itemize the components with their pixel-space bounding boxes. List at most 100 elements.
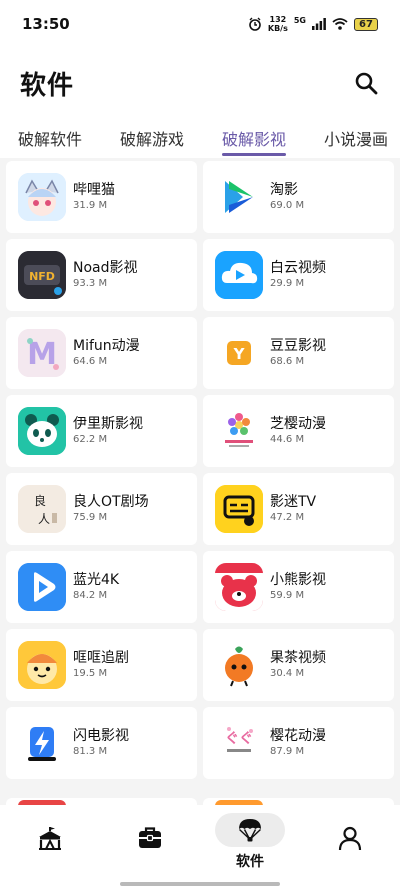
circus-tent-icon — [39, 827, 61, 850]
app-card[interactable]: 淘影 69.0 M — [203, 161, 394, 233]
app-card[interactable]: M Mifun动漫 64.6 M — [6, 317, 197, 389]
app-info: 伊里斯影视 62.2 M — [73, 415, 143, 447]
yingmi-icon — [215, 485, 263, 533]
tab-cracked-software[interactable]: 破解软件 — [18, 118, 82, 158]
app-info: 影迷TV 47.2 M — [270, 493, 316, 525]
app-info: 豆豆影视 68.6 M — [270, 337, 326, 369]
app-size: 59.9 M — [270, 590, 305, 601]
app-card[interactable]: 良人良人OT剧场 75.9 M — [6, 473, 197, 545]
zhiying-icon — [215, 407, 263, 455]
app-name: 樱花动漫 — [270, 728, 326, 744]
app-name: 果茶视频 — [270, 650, 326, 666]
doudou-icon: Y — [215, 329, 263, 377]
battery-indicator: 67 — [354, 17, 378, 31]
tab-cracked-video[interactable]: 破解影视 — [222, 118, 287, 158]
app-size: 44.6 M — [270, 434, 305, 445]
app-size: 64.6 M — [73, 356, 108, 367]
app-size: 93.3 M — [73, 278, 108, 289]
app-card[interactable]: 影迷TV 47.2 M — [203, 473, 394, 545]
bottom-nav: 软件 — [0, 805, 400, 889]
nav-item-software[interactable]: 软件 — [200, 805, 300, 889]
app-name: 小熊影视 — [270, 572, 326, 588]
nav-label-software: 软件 — [236, 854, 264, 870]
wifi-icon — [332, 18, 348, 30]
app-info: Noad影视 93.3 M — [73, 259, 138, 291]
home-indicator[interactable] — [120, 882, 280, 886]
app-name: 白云视频 — [270, 260, 326, 276]
sakura-icon: ぐぐ — [215, 719, 263, 767]
net-speed-unit: KB/s — [267, 24, 288, 33]
tab-cracked-games[interactable]: 破解游戏 — [120, 118, 184, 158]
app-info: 闪电影视 81.3 M — [73, 727, 129, 759]
app-size: 29.9 M — [270, 278, 305, 289]
category-tabs: 破解软件 破解游戏 破解影视 小说漫画 — [0, 118, 400, 158]
app-name: Noad影视 — [73, 260, 138, 276]
cellular-signal-icon — [312, 18, 326, 30]
nav-item-profile[interactable] — [300, 805, 400, 889]
panda-icon — [18, 407, 66, 455]
app-name: 芝樱动漫 — [270, 416, 326, 432]
app-size: 68.6 M — [270, 356, 305, 367]
app-card[interactable]: 哐哐追剧 19.5 M — [6, 629, 197, 701]
net-speed-value: 132 — [269, 15, 287, 24]
app-name: 良人OT剧场 — [73, 494, 149, 510]
tab-novels-comics[interactable]: 小说漫画 — [324, 118, 388, 158]
app-size: 62.2 M — [73, 434, 108, 445]
status-bar: 13:50 132 KB/s 5G 67 — [0, 0, 400, 48]
app-card[interactable]: NFD Noad影视 93.3 M — [6, 239, 197, 311]
nav-item-tools[interactable] — [100, 805, 200, 889]
app-size: 75.9 M — [73, 512, 108, 523]
toolbox-icon — [139, 827, 161, 848]
app-card[interactable]: ぐぐ 樱花动漫 87.9 M — [203, 707, 394, 779]
app-card[interactable]: Y 豆豆影视 68.6 M — [203, 317, 394, 389]
noad-icon: NFD — [18, 251, 66, 299]
app-card[interactable]: 闪电影视 81.3 M — [6, 707, 197, 779]
person-icon — [338, 826, 362, 851]
kuangkuang-icon — [18, 641, 66, 689]
liangren-icon: 良人 — [18, 485, 66, 533]
app-card[interactable]: 小熊影视 59.9 M — [203, 551, 394, 623]
languang-icon — [18, 563, 66, 611]
app-header: 软件 — [0, 48, 400, 118]
app-info: 哐哐追剧 19.5 M — [73, 649, 129, 681]
app-info: 淘影 69.0 M — [270, 181, 304, 213]
nav-item-home[interactable] — [0, 805, 100, 889]
app-name: 淘影 — [270, 182, 298, 198]
app-info: 芝樱动漫 44.6 M — [270, 415, 326, 447]
guocha-icon — [215, 641, 263, 689]
bilimao-icon — [18, 173, 66, 221]
page-title: 软件 — [20, 70, 75, 101]
lightning-icon — [18, 719, 66, 767]
app-card[interactable]: 哔哩猫 31.9 M — [6, 161, 197, 233]
app-name: 豆豆影视 — [270, 338, 326, 354]
app-size: 81.3 M — [73, 746, 108, 757]
app-info: Mifun动漫 64.6 M — [73, 337, 140, 369]
app-name: Mifun动漫 — [73, 338, 140, 354]
app-card[interactable]: 蓝光4K 84.2 M — [6, 551, 197, 623]
app-info: 白云视频 29.9 M — [270, 259, 326, 291]
taoying-icon — [215, 173, 263, 221]
net-speed: 132 KB/s — [268, 15, 288, 33]
app-info: 果茶视频 30.4 M — [270, 649, 326, 681]
network-type: 5G — [293, 15, 306, 25]
app-card[interactable]: 伊里斯影视 62.2 M — [6, 395, 197, 467]
nav-active-pill — [215, 813, 285, 847]
app-card[interactable]: 白云视频 29.9 M — [203, 239, 394, 311]
app-name: 影迷TV — [270, 494, 317, 510]
parachute-icon — [239, 819, 261, 842]
app-card[interactable]: 果茶视频 30.4 M — [203, 629, 394, 701]
search-icon[interactable] — [354, 71, 378, 95]
app-info: 哔哩猫 31.9 M — [73, 181, 115, 213]
mifun-icon: M — [18, 329, 66, 377]
app-name: 蓝光4K — [73, 572, 120, 588]
baiyun-icon — [215, 251, 263, 299]
app-grid: 哔哩猫 31.9 M 淘影 69.0 M NFD Noad影视 93.3 M 白云视频 29.9… — [6, 161, 394, 779]
app-size: 84.2 M — [73, 590, 108, 601]
app-size: 69.0 M — [270, 200, 305, 211]
app-name: 伊里斯影视 — [73, 416, 143, 432]
app-card[interactable]: 芝樱动漫 44.6 M — [203, 395, 394, 467]
svg-text:Y: Y — [233, 345, 246, 363]
app-name: 哐哐追剧 — [73, 650, 129, 666]
app-size: 47.2 M — [270, 512, 305, 523]
app-info: 樱花动漫 87.9 M — [270, 727, 326, 759]
